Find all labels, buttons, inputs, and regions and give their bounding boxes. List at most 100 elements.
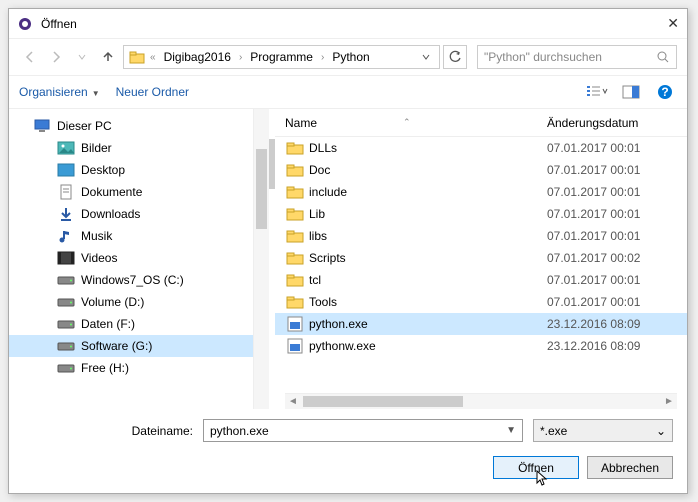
folder-icon [285, 227, 305, 245]
sidebar-item-label: Dieser PC [57, 119, 112, 133]
breadcrumb-item[interactable]: Programme [246, 50, 317, 64]
sidebar-item-label: Desktop [81, 163, 125, 177]
app-icon [17, 16, 33, 32]
sidebar-scrollbar[interactable] [253, 109, 269, 409]
sidebar-item[interactable]: Windows7_OS (C:) [9, 269, 269, 291]
file-row[interactable]: Lib07.01.2017 00:01 [275, 203, 687, 225]
up-button[interactable] [97, 46, 119, 68]
sidebar-item-label: Volume (D:) [81, 295, 144, 309]
navigation-bar: « Digibag2016 › Programme › Python "Pyth… [9, 39, 687, 75]
file-name: Lib [305, 207, 547, 221]
recent-dropdown[interactable] [71, 46, 93, 68]
chevron-down-icon[interactable]: ⌄ [656, 424, 666, 438]
dialog-title: Öffnen [41, 17, 649, 31]
chevron-right-icon[interactable]: › [319, 52, 326, 63]
sidebar-item[interactable]: Volume (D:) [9, 291, 269, 313]
file-row[interactable]: Doc07.01.2017 00:01 [275, 159, 687, 181]
file-row[interactable]: Tools07.01.2017 00:01 [275, 291, 687, 313]
sidebar-item[interactable]: Free (H:) [9, 357, 269, 379]
file-row[interactable]: pythonw.exe23.12.2016 08:09 [275, 335, 687, 357]
sidebar-item-label: Windows7_OS (C:) [81, 273, 184, 287]
folder-icon [285, 205, 305, 223]
preview-pane-button[interactable] [619, 82, 643, 102]
breadcrumb-item[interactable]: Python [328, 50, 373, 64]
filter-select[interactable]: *.exe⌄ [533, 419, 673, 442]
folder-icon [285, 139, 305, 157]
new-folder-button[interactable]: Neuer Ordner [116, 85, 189, 99]
file-date: 07.01.2017 00:01 [547, 229, 677, 243]
sidebar-item[interactable]: Downloads [9, 203, 269, 225]
folder-icon [285, 161, 305, 179]
sidebar-item[interactable]: Musik [9, 225, 269, 247]
file-date: 07.01.2017 00:01 [547, 185, 677, 199]
filename-input[interactable]: python.exe▼ [203, 419, 523, 442]
file-row[interactable]: Scripts07.01.2017 00:02 [275, 247, 687, 269]
close-button[interactable]: ✕ [649, 15, 679, 32]
address-bar[interactable]: « Digibag2016 › Programme › Python [123, 45, 440, 69]
file-date: 23.12.2016 08:09 [547, 317, 677, 331]
help-button[interactable]: ? [653, 82, 677, 102]
sidebar-item[interactable]: Dokumente [9, 181, 269, 203]
file-row[interactable]: libs07.01.2017 00:01 [275, 225, 687, 247]
file-date: 07.01.2017 00:01 [547, 273, 677, 287]
chevron-right-icon[interactable]: › [237, 52, 244, 63]
documents-icon [57, 183, 75, 201]
cancel-button[interactable]: Abbrechen [587, 456, 673, 479]
back-button[interactable] [19, 46, 41, 68]
search-input[interactable]: "Python" durchsuchen [477, 45, 677, 69]
exe-icon [285, 337, 305, 355]
open-file-dialog: Öffnen ✕ « Digibag2016 › Programme › Pyt… [8, 8, 688, 494]
sidebar-item[interactable]: Daten (F:) [9, 313, 269, 335]
file-name: DLLs [305, 141, 547, 155]
sidebar-item-label: Free (H:) [81, 361, 129, 375]
column-name[interactable]: Name⌃ [285, 116, 537, 130]
file-date: 07.01.2017 00:01 [547, 163, 677, 177]
sidebar-item[interactable]: Bilder [9, 137, 269, 159]
view-options-button[interactable] [585, 82, 609, 102]
address-dropdown[interactable] [417, 52, 435, 62]
sidebar-item-label: Musik [81, 229, 112, 243]
file-row[interactable]: python.exe23.12.2016 08:09 [275, 313, 687, 335]
sidebar-item[interactable]: Software (G:) [9, 335, 269, 357]
folder-icon [285, 249, 305, 267]
sidebar-item-label: Dokumente [81, 185, 142, 199]
sidebar-item-label: Daten (F:) [81, 317, 135, 331]
organize-menu[interactable]: Organisieren▼ [19, 85, 100, 99]
titlebar: Öffnen ✕ [9, 9, 687, 39]
forward-button[interactable] [45, 46, 67, 68]
body: Dieser PC Bilder Desktop Dokumente Downloads… [9, 109, 687, 409]
breadcrumb-ellipsis[interactable]: « [148, 52, 158, 63]
file-date: 07.01.2017 00:01 [547, 141, 677, 155]
pictures-icon [57, 139, 75, 157]
file-list: DLLs07.01.2017 00:01Doc07.01.2017 00:01i… [275, 137, 687, 389]
column-date[interactable]: Änderungsdatum [547, 116, 677, 130]
file-row[interactable]: DLLs07.01.2017 00:01 [275, 137, 687, 159]
file-name: libs [305, 229, 547, 243]
toolbar: Organisieren▼ Neuer Ordner ? [9, 75, 687, 109]
file-name: Tools [305, 295, 547, 309]
file-row[interactable]: include07.01.2017 00:01 [275, 181, 687, 203]
folder-icon [285, 271, 305, 289]
svg-text:?: ? [661, 85, 668, 99]
desktop-icon [57, 161, 75, 179]
horizontal-scrollbar[interactable]: ◄► [285, 393, 677, 409]
file-date: 07.01.2017 00:02 [547, 251, 677, 265]
breadcrumb-item[interactable]: Digibag2016 [160, 50, 235, 64]
file-name: pythonw.exe [305, 339, 547, 353]
sidebar-item[interactable]: Dieser PC [9, 115, 269, 137]
file-name: python.exe [305, 317, 547, 331]
refresh-button[interactable] [443, 45, 467, 69]
sidebar-item[interactable]: Videos [9, 247, 269, 269]
folder-icon [285, 293, 305, 311]
sidebar-item[interactable]: Desktop [9, 159, 269, 181]
file-row[interactable]: tcl07.01.2017 00:01 [275, 269, 687, 291]
file-name: Doc [305, 163, 547, 177]
music-icon [57, 227, 75, 245]
drive-icon [57, 315, 75, 333]
drive-icon [57, 293, 75, 311]
sidebar-tree: Dieser PC Bilder Desktop Dokumente Downloads… [9, 109, 269, 409]
open-button[interactable]: Öffnen [493, 456, 579, 479]
sidebar-item-label: Bilder [81, 141, 112, 155]
chevron-down-icon[interactable]: ▼ [506, 425, 516, 436]
file-pane: Name⌃ Änderungsdatum DLLs07.01.2017 00:0… [275, 109, 687, 409]
